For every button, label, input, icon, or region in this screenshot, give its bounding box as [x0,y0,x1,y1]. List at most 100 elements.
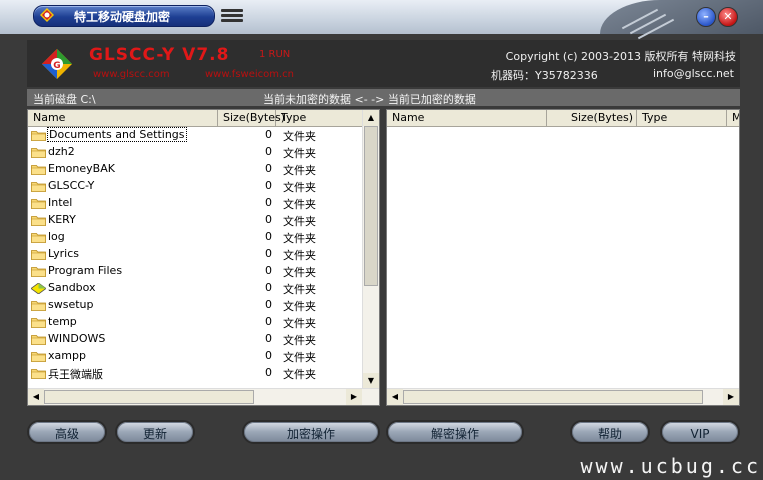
table-row[interactable]: dzh2 0 文件夹 [28,144,363,161]
horizontal-scrollbar[interactable]: ◀ ▶ [28,388,379,405]
menu-icon[interactable] [221,9,243,23]
file-name: swsetup [48,298,94,311]
file-size: 0 [265,213,272,226]
file-size: 0 [265,162,272,175]
table-row[interactable]: temp 0 文件夹 [28,314,363,331]
table-row[interactable]: log 0 文件夹 [28,229,363,246]
file-name: EmoneyBAK [48,162,115,175]
file-type: 文件夹 [283,283,316,296]
encrypted-file-list[interactable]: Name Size(Bytes) Type M ◀ ▶ [386,109,740,406]
file-type: 文件夹 [283,317,316,330]
file-size: 0 [265,366,272,379]
table-row[interactable]: GLSCC-Y 0 文件夹 [28,178,363,195]
file-size: 0 [265,230,272,243]
unencrypted-file-list[interactable]: Name Size(Bytes) Type Documents and Sett… [27,109,380,406]
site-link-2[interactable]: www.fsweicom.cn [205,69,294,80]
svg-text:G: G [53,61,60,71]
contact-email[interactable]: info@glscc.net [653,67,734,80]
file-size: 0 [265,298,272,311]
data-flow-label: 当前未加密的数据 <- -> 当前已加密的数据 [263,93,476,106]
file-size: 0 [265,349,272,362]
file-name: Lyrics [48,247,79,260]
file-type: 文件夹 [283,300,316,313]
watermark: www.ucbug.cc [580,454,761,478]
column-header-name[interactable]: Name [387,110,547,126]
app-window: 特工移动硬盘加密 – ✕ G GLSCC-Y V7.8 1 RUN www.gl… [0,0,763,480]
folder-icon [31,301,46,311]
table-row[interactable]: KERY 0 文件夹 [28,212,363,229]
table-row[interactable]: 兵王微端版 0 文件夹 [28,365,363,382]
folder-icon [31,250,46,260]
scroll-up-arrow-icon[interactable]: ▲ [363,110,379,126]
folder-icon [31,199,46,209]
table-row[interactable]: Lyrics 0 文件夹 [28,246,363,263]
window-title: 特工移动硬盘加密 [33,5,215,27]
file-size: 0 [265,145,272,158]
machine-code: 机器码：Y35782336 [491,69,598,82]
advanced-button[interactable]: 高级 [27,420,107,444]
table-row[interactable]: Sandbox 0 文件夹 [28,280,363,297]
update-button[interactable]: 更新 [115,420,195,444]
scroll-right-arrow-icon[interactable]: ▶ [346,389,362,405]
folder-icon [31,352,46,362]
current-disk-label: 当前磁盘 C:\ [33,93,96,106]
file-name: temp [48,315,77,328]
column-header-type[interactable]: Type [276,110,363,126]
file-type: 文件夹 [283,249,316,262]
column-header-name[interactable]: Name [28,110,218,126]
title-bar[interactable]: 特工移动硬盘加密 – ✕ [0,0,763,40]
file-type: 文件夹 [283,351,316,364]
file-name: Documents and Settings [47,127,187,142]
minimize-button[interactable]: – [696,7,716,27]
file-type: 文件夹 [283,198,316,211]
folder-icon [31,335,46,345]
file-type: 文件夹 [283,232,316,245]
scroll-down-arrow-icon[interactable]: ▼ [363,373,379,389]
product-name: GLSCC-Y V7.8 [89,45,230,65]
table-row[interactable]: xampp 0 文件夹 [28,348,363,365]
file-name: 兵王微端版 [48,368,103,381]
file-type: 文件夹 [283,130,316,143]
table-row[interactable]: Intel 0 文件夹 [28,195,363,212]
title-bar-decoration [600,0,763,40]
decrypt-button[interactable]: 解密操作 [386,420,524,444]
file-type: 文件夹 [283,334,316,347]
table-row[interactable]: EmoneyBAK 0 文件夹 [28,161,363,178]
vip-button[interactable]: VIP [660,420,740,444]
file-type: 文件夹 [283,266,316,279]
run-label: 1 RUN [259,49,291,60]
scroll-left-arrow-icon[interactable]: ◀ [28,389,44,405]
table-row[interactable]: Documents and Settings 0 文件夹 [28,127,363,144]
horizontal-scroll-thumb[interactable] [403,390,703,404]
column-header-row: Name Size(Bytes) Type M [387,110,739,127]
column-header-size[interactable]: Size(Bytes) [547,110,637,126]
folder-icon [31,165,46,175]
file-name: GLSCC-Y [48,179,95,192]
close-button[interactable]: ✕ [718,7,738,27]
folder-icon [31,318,46,328]
file-size: 0 [265,332,272,345]
horizontal-scroll-thumb[interactable] [44,390,254,404]
encrypt-button[interactable]: 加密操作 [242,420,380,444]
file-size: 0 [265,128,272,141]
table-row[interactable]: WINDOWS 0 文件夹 [28,331,363,348]
file-size: 0 [265,281,272,294]
help-button[interactable]: 帮助 [570,420,650,444]
file-name: Program Files [48,264,123,277]
site-link-1[interactable]: www.glscc.com [93,69,170,80]
column-header-size[interactable]: Size(Bytes) [218,110,285,126]
vertical-scrollbar[interactable]: ▲ ▼ [362,110,379,389]
table-row[interactable]: Program Files 0 文件夹 [28,263,363,280]
file-size: 0 [265,264,272,277]
horizontal-scrollbar[interactable]: ◀ ▶ [387,388,739,405]
file-name: Sandbox [48,281,96,294]
column-header-type[interactable]: Type [637,110,727,126]
scroll-right-arrow-icon[interactable]: ▶ [723,389,739,405]
file-size: 0 [265,247,272,260]
scroll-thumb[interactable] [364,126,378,286]
file-name: log [48,230,65,243]
folder-icon [31,148,46,158]
scroll-left-arrow-icon[interactable]: ◀ [387,389,403,405]
table-row[interactable]: swsetup 0 文件夹 [28,297,363,314]
column-header-more[interactable]: M [727,110,739,126]
